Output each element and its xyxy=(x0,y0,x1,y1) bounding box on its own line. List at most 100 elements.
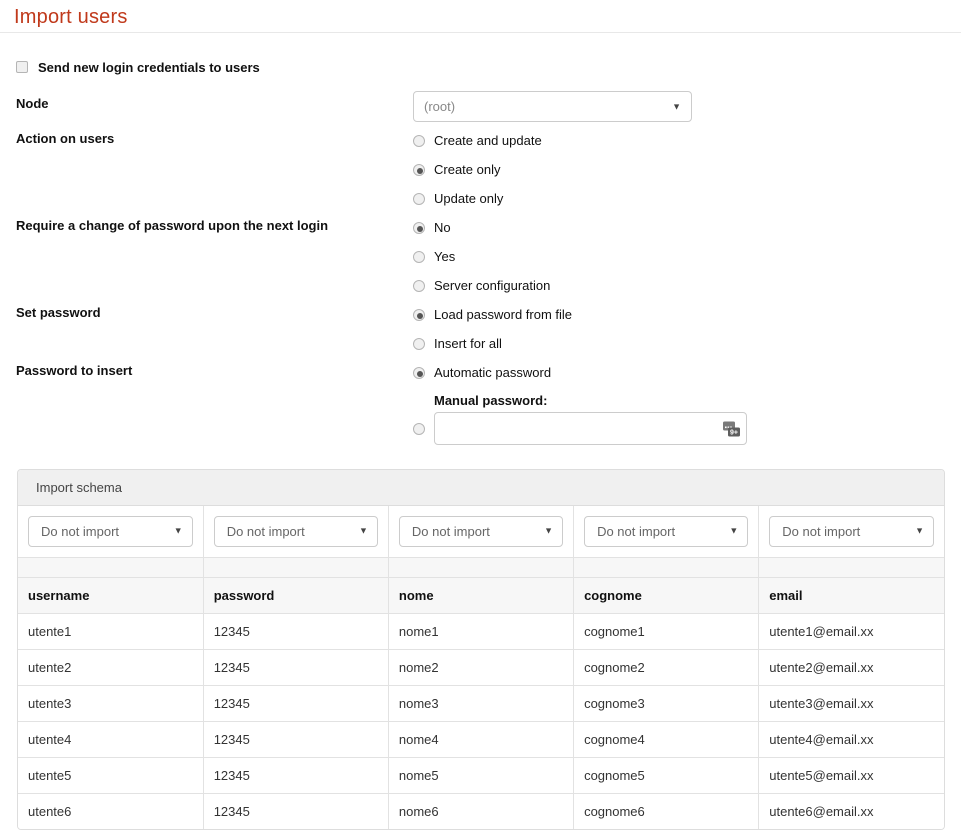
column-mapping-select-1-value: Do not import xyxy=(227,524,305,539)
table-cell: nome1 xyxy=(388,614,573,650)
password-to-insert-options: Automatic password Manual password: 9+ xyxy=(413,358,961,445)
password-to-insert-label: Password to insert xyxy=(16,358,413,380)
spacer-row xyxy=(18,558,944,578)
node-row: Node (root) ▼ xyxy=(0,91,961,122)
table-row: utente3 12345 nome3 cognome3 utente3@ema… xyxy=(18,686,944,722)
radio-update-only[interactable]: Update only xyxy=(413,184,961,213)
page-title: Import users xyxy=(14,4,961,30)
table-cell: nome5 xyxy=(388,758,573,794)
require-change-password-label: Require a change of password upon the ne… xyxy=(16,213,413,235)
table-cell: utente3 xyxy=(18,686,203,722)
radio-insert-for-all-input[interactable] xyxy=(413,338,425,350)
table-cell: cognome6 xyxy=(574,794,759,830)
table-row: utente6 12345 nome6 cognome6 utente6@ema… xyxy=(18,794,944,830)
radio-load-password-from-file-label: Load password from file xyxy=(434,307,572,322)
table-cell: nome6 xyxy=(388,794,573,830)
table-row: utente2 12345 nome2 cognome2 utente2@ema… xyxy=(18,650,944,686)
table-cell: cognome1 xyxy=(574,614,759,650)
table-cell: utente4 xyxy=(18,722,203,758)
manual-password-field-wrap: 9+ xyxy=(434,412,747,445)
radio-require-no-input[interactable] xyxy=(413,222,425,234)
column-mapping-select-3[interactable]: Do not import ▼ xyxy=(584,516,748,547)
table-cell: utente2@email.xx xyxy=(759,650,944,686)
set-password-options: Load password from file Insert for all xyxy=(413,300,961,358)
set-password-label: Set password xyxy=(16,300,413,322)
radio-automatic-password[interactable]: Automatic password xyxy=(413,358,961,387)
column-mapping-select-2-value: Do not import xyxy=(412,524,490,539)
spacer-cell xyxy=(574,558,759,578)
spacer-cell xyxy=(18,558,203,578)
column-mapping-select-0-value: Do not import xyxy=(41,524,119,539)
radio-require-yes[interactable]: Yes xyxy=(413,242,961,271)
column-header: cognome xyxy=(574,578,759,614)
node-select[interactable]: (root) ▼ xyxy=(413,91,692,122)
radio-require-yes-input[interactable] xyxy=(413,251,425,263)
radio-create-only[interactable]: Create only xyxy=(413,155,961,184)
spacer-cell xyxy=(203,558,388,578)
table-cell: utente5@email.xx xyxy=(759,758,944,794)
column-mapping-select-4[interactable]: Do not import ▼ xyxy=(769,516,934,547)
table-cell: utente1 xyxy=(18,614,203,650)
table-cell: nome4 xyxy=(388,722,573,758)
column-mapping-select-2[interactable]: Do not import ▼ xyxy=(399,516,563,547)
radio-automatic-password-input[interactable] xyxy=(413,367,425,379)
radio-update-only-input[interactable] xyxy=(413,193,425,205)
column-header: password xyxy=(203,578,388,614)
require-change-password-row: Require a change of password upon the ne… xyxy=(0,213,961,300)
table-cell: nome2 xyxy=(388,650,573,686)
column-mapping-cell: Do not import ▼ xyxy=(18,506,203,558)
chevron-down-icon: ▼ xyxy=(174,527,183,536)
action-on-users-label: Action on users xyxy=(16,126,413,148)
chevron-down-icon: ▼ xyxy=(672,102,681,111)
node-select-value: (root) xyxy=(424,99,455,114)
column-mapping-select-0[interactable]: Do not import ▼ xyxy=(28,516,193,547)
table-cell: utente6 xyxy=(18,794,203,830)
column-mapping-cell: Do not import ▼ xyxy=(574,506,759,558)
radio-insert-for-all[interactable]: Insert for all xyxy=(413,329,961,358)
radio-create-and-update[interactable]: Create and update xyxy=(413,126,961,155)
import-users-form: Send new login credentials to users Node… xyxy=(0,33,961,445)
column-header: username xyxy=(18,578,203,614)
column-mapping-select-3-value: Do not import xyxy=(597,524,675,539)
table-cell: utente6@email.xx xyxy=(759,794,944,830)
radio-manual-password-input[interactable] xyxy=(413,423,425,435)
node-control: (root) ▼ xyxy=(413,91,961,122)
action-on-users-row: Action on users Create and update Create… xyxy=(0,126,961,213)
import-schema-panel: Import schema Do not import ▼ Do not imp… xyxy=(17,469,945,830)
radio-require-server-config-label: Server configuration xyxy=(434,278,550,293)
send-credentials-label: Send new login credentials to users xyxy=(38,60,260,75)
radio-require-server-config[interactable]: Server configuration xyxy=(413,271,961,300)
svg-text:9+: 9+ xyxy=(730,429,738,436)
action-on-users-options: Create and update Create only Update onl… xyxy=(413,126,961,213)
table-header-row: username password nome cognome email xyxy=(18,578,944,614)
column-mapping-cell: Do not import ▼ xyxy=(203,506,388,558)
chevron-down-icon: ▼ xyxy=(544,527,553,536)
table-row: utente5 12345 nome5 cognome5 utente5@ema… xyxy=(18,758,944,794)
table-cell: 12345 xyxy=(203,686,388,722)
node-label: Node xyxy=(16,91,413,113)
radio-require-server-config-input[interactable] xyxy=(413,280,425,292)
send-credentials-row: Send new login credentials to users xyxy=(0,33,961,77)
table-cell: utente2 xyxy=(18,650,203,686)
column-mapping-cell: Do not import ▼ xyxy=(388,506,573,558)
import-schema-table: Do not import ▼ Do not import ▼ Do not i… xyxy=(18,506,944,829)
radio-require-no[interactable]: No xyxy=(413,213,961,242)
radio-load-password-from-file[interactable]: Load password from file xyxy=(413,300,961,329)
radio-create-only-input[interactable] xyxy=(413,164,425,176)
column-mapping-select-1[interactable]: Do not import ▼ xyxy=(214,516,378,547)
chevron-down-icon: ▼ xyxy=(729,527,738,536)
radio-load-password-from-file-input[interactable] xyxy=(413,309,425,321)
password-to-insert-row: Password to insert Automatic password Ma… xyxy=(0,358,961,445)
table-cell: utente3@email.xx xyxy=(759,686,944,722)
generate-password-icon[interactable]: 9+ xyxy=(723,421,740,436)
table-cell: utente5 xyxy=(18,758,203,794)
table-cell: utente1@email.xx xyxy=(759,614,944,650)
manual-password-input[interactable] xyxy=(435,413,746,444)
radio-require-yes-label: Yes xyxy=(434,249,455,264)
require-change-password-options: No Yes Server configuration xyxy=(413,213,961,300)
page-header: Import users xyxy=(0,0,961,33)
import-schema-title: Import schema xyxy=(18,470,944,506)
radio-create-and-update-input[interactable] xyxy=(413,135,425,147)
radio-insert-for-all-label: Insert for all xyxy=(434,336,502,351)
send-credentials-checkbox[interactable] xyxy=(16,61,28,73)
